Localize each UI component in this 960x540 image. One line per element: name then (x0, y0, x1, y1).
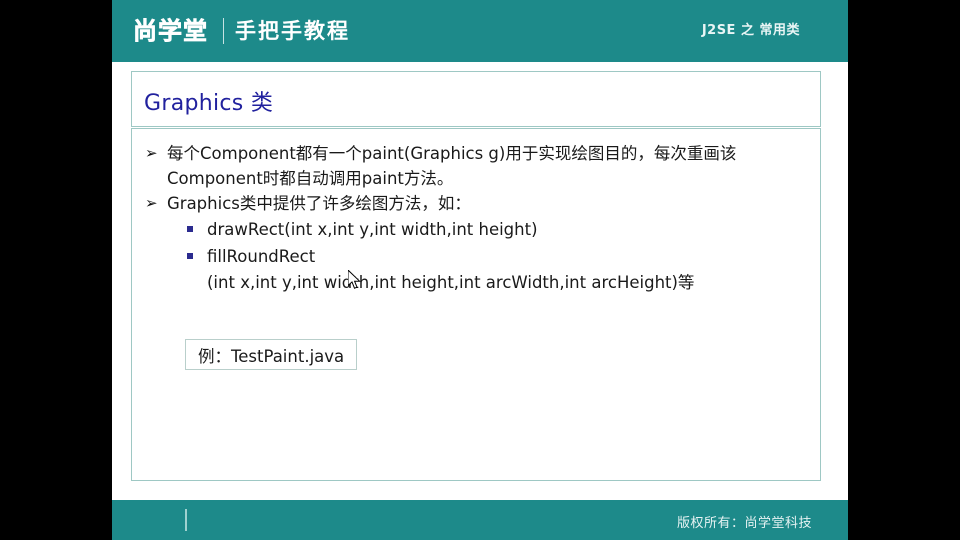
screen-root: 尚学堂 手把手教程 J2SE 之 常用类 Graphics 类 ➢ 每个Comp… (0, 0, 960, 540)
example-callout-box: 例：TestPaint.java (185, 339, 357, 370)
sub-bullet-text: drawRect(int x,int y,int width,int heigh… (207, 217, 538, 243)
page-title: Graphics 类 (144, 85, 273, 117)
bullet-item: ➢ Graphics类中提供了许多绘图方法，如： (145, 191, 807, 216)
slide-canvas: 尚学堂 手把手教程 J2SE 之 常用类 Graphics 类 ➢ 每个Comp… (112, 0, 848, 540)
header-course-label: J2SE 之 常用类 (702, 19, 800, 38)
square-bullet-icon (187, 244, 207, 259)
sub-bullet-item: drawRect(int x,int y,int width,int heigh… (187, 217, 807, 243)
slide-body-box: ➢ 每个Component都有一个paint(Graphics g)用于实现绘图… (131, 128, 821, 481)
logo-divider (223, 18, 224, 44)
footer-copyright: 版权所有：尚学堂科技 (677, 512, 812, 531)
arrow-bullet-icon: ➢ (145, 141, 167, 166)
square-bullet-icon (187, 217, 207, 232)
bullet-item: ➢ 每个Component都有一个paint(Graphics g)用于实现绘图… (145, 141, 807, 191)
logo-wordmark: 尚学堂 (130, 18, 211, 44)
sub-bullet-item: fillRoundRect (int x,int y,int width,int… (187, 244, 807, 296)
bullet-text: Graphics类中提供了许多绘图方法，如： (167, 191, 471, 216)
slide-title-box: Graphics 类 (131, 71, 821, 127)
brand-logo: 尚学堂 手把手教程 (130, 12, 350, 50)
slide-header: 尚学堂 手把手教程 J2SE 之 常用类 (112, 0, 848, 62)
bullet-text: 每个Component都有一个paint(Graphics g)用于实现绘图目的… (167, 141, 807, 191)
example-label: 例：TestPaint.java (198, 343, 344, 367)
logo-tagline: 手把手教程 (235, 21, 350, 42)
sub-bullet-text: fillRoundRect (int x,int y,int width,int… (207, 244, 694, 296)
slide-footer: 版权所有：尚学堂科技 (112, 500, 848, 540)
arrow-bullet-icon: ➢ (145, 191, 167, 216)
footer-caret-icon (185, 509, 187, 531)
